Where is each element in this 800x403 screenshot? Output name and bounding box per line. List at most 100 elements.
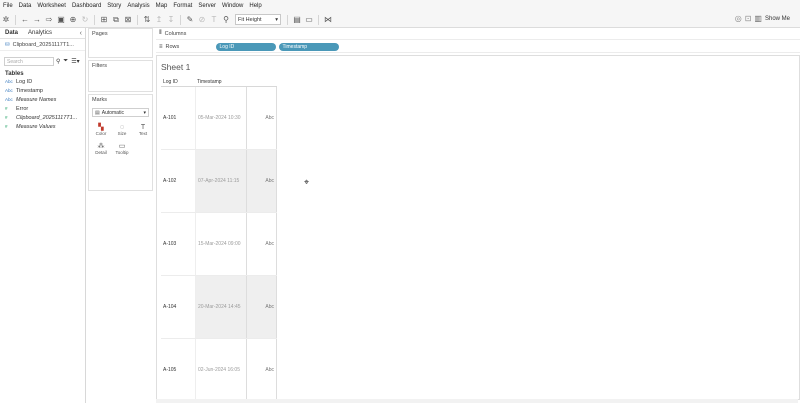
menu-item-story[interactable]: Story	[104, 3, 124, 9]
search-input[interactable]: Search	[4, 57, 54, 66]
menu-item-file[interactable]: File	[0, 3, 16, 9]
menu-item-map[interactable]: Map	[153, 3, 171, 9]
sort-ascending-icon[interactable]: ↥	[154, 15, 164, 25]
new-datasource-icon[interactable]: ⊕	[68, 15, 78, 25]
tab-analytics[interactable]: Analytics	[23, 30, 57, 36]
mark-type-dropdown[interactable]: ▤ Automatic ▾	[92, 108, 149, 117]
cell-value[interactable]: Abc	[246, 150, 277, 212]
menu-item-dashboard[interactable]: Dashboard	[69, 3, 104, 9]
field-label: Measure Names	[16, 96, 57, 103]
cell-log-id[interactable]: A-101	[161, 115, 195, 121]
color-button-label: Color	[95, 131, 107, 136]
color-icon: ▚	[98, 124, 104, 131]
show-me-button[interactable]: ◎ ⊡ ▥ Show Me	[735, 14, 790, 23]
cell-log-id[interactable]: A-103	[161, 241, 195, 247]
size-button[interactable]: ◌ Size	[113, 122, 131, 138]
clear-sheet-icon[interactable]: ⊠	[123, 15, 133, 25]
field-item[interactable]: Abc Timestamp	[0, 86, 85, 95]
cell-value[interactable]: Abc	[246, 213, 277, 275]
menu-item-worksheet[interactable]: Worksheet	[34, 3, 69, 9]
table-row[interactable]: A-104 20-Mar-2024 14:45 Abc	[161, 276, 277, 339]
pin-icon[interactable]: ⚲	[221, 15, 231, 25]
filter-icon[interactable]: ⏷	[63, 58, 68, 65]
collapse-icon[interactable]: ‹	[80, 30, 85, 37]
menu-item-analysis[interactable]: Analysis	[124, 3, 152, 9]
undo-icon[interactable]: ←	[20, 15, 30, 25]
header-log-id[interactable]: Log ID	[161, 79, 195, 85]
swap-icon[interactable]: ⇅	[142, 15, 152, 25]
cell-value[interactable]: Abc	[246, 87, 277, 149]
table-row[interactable]: A-103 15-Mar-2024 09:00 Abc	[161, 213, 277, 276]
cell-value[interactable]: Abc	[246, 276, 277, 338]
sort-descending-icon[interactable]: ↧	[166, 15, 176, 25]
cell-log-id[interactable]: A-104	[161, 304, 195, 310]
rows-pill-timestamp[interactable]: Timestamp	[278, 42, 339, 51]
highlight-icon[interactable]: ✎	[185, 15, 195, 25]
data-pane-tabs: Data Analytics ‹	[0, 28, 85, 39]
show-cards-icon[interactable]: ▤	[292, 15, 302, 25]
field-item[interactable]: # Clipboard_20251117T1...	[0, 113, 85, 122]
field-item[interactable]: # Error	[0, 104, 85, 113]
rows-pill-log-id[interactable]: Log ID	[215, 42, 276, 51]
pages-card-title: Pages	[92, 31, 108, 37]
fit-dropdown[interactable]: Fit Height ▾	[235, 14, 281, 25]
columns-shelf[interactable]: ⦀ Columns	[156, 28, 800, 40]
cell-value[interactable]: Abc	[246, 339, 277, 401]
group-icon[interactable]: ⊘	[197, 15, 207, 25]
duplicate-sheet-icon[interactable]: ⧉	[111, 15, 121, 25]
worksheet-view[interactable]: Sheet 1 Log ID Timestamp A-101 05-Mar-202…	[156, 55, 800, 402]
cell-log-id[interactable]: A-102	[161, 178, 195, 184]
tableau-logo-icon[interactable]: ✲	[1, 15, 11, 25]
detail-button[interactable]: ⁂ Detail	[92, 141, 110, 157]
table-row[interactable]: A-105 02-Jun-2024 16:05 Abc	[161, 339, 277, 402]
search-placeholder: Search	[7, 58, 23, 65]
cell-timestamp[interactable]: 15-Mar-2024 09:00	[195, 213, 246, 275]
comment-icon[interactable]: ◎	[735, 14, 742, 23]
refresh-icon[interactable]: ↻	[80, 15, 90, 25]
cell-timestamp[interactable]: 02-Jun-2024 16:05	[195, 339, 246, 401]
rows-shelf[interactable]: ≡ Rows Log ID Timestamp	[156, 41, 800, 53]
tab-data[interactable]: Data	[0, 30, 23, 36]
text-button-label: Text	[138, 131, 148, 136]
field-item[interactable]: # Measure Values	[0, 122, 85, 131]
menu-item-server[interactable]: Server	[195, 3, 219, 9]
show-me-icon: ▥	[754, 14, 762, 23]
chevron-down-icon: ▾	[143, 109, 146, 116]
mark-type-label: Automatic	[101, 109, 124, 116]
menu-item-data[interactable]: Data	[16, 3, 35, 9]
save-icon[interactable]: ▣	[56, 15, 66, 25]
menu-item-help[interactable]: Help	[246, 3, 264, 9]
cell-timestamp[interactable]: 05-Mar-2024 10:30	[195, 87, 246, 149]
pages-card[interactable]: Pages	[88, 28, 153, 58]
presentation-icon[interactable]: ▭	[304, 15, 314, 25]
table-row[interactable]: A-101 05-Mar-2024 10:30 Abc	[161, 87, 277, 150]
view-options-icon[interactable]: ☰▾	[71, 58, 79, 65]
cell-log-id[interactable]: A-105	[161, 367, 195, 373]
crosstab-body: A-101 05-Mar-2024 10:30 Abc A-102 07-Apr-202…	[161, 87, 277, 402]
mark-buttons: ▚ Color ◌ Size T Text ⁂ Detail ▭ Tooltip	[89, 120, 152, 159]
labels-icon[interactable]: T	[209, 15, 219, 25]
field-item[interactable]: Abc Measure Names	[0, 95, 85, 104]
color-button[interactable]: ▚ Color	[92, 122, 110, 138]
toolbar-separator	[94, 14, 95, 25]
tooltip-button[interactable]: ▭ Tooltip	[113, 141, 131, 157]
data-source-icon[interactable]: ⇨	[44, 15, 54, 25]
field-list: Abc Log ID Abc Timestamp Abc Measure Names # Er…	[0, 77, 85, 131]
filters-card[interactable]: Filters	[88, 60, 153, 92]
cell-timestamp[interactable]: 07-Apr-2024 11:15	[195, 150, 246, 212]
menu-item-format[interactable]: Format	[170, 3, 195, 9]
horizontal-scrollbar[interactable]	[156, 399, 798, 403]
new-worksheet-icon[interactable]: ⊞	[99, 15, 109, 25]
search-icon[interactable]: ⚲	[56, 58, 60, 65]
share-icon[interactable]: ⋈	[323, 15, 333, 25]
menu-item-window[interactable]: Window	[219, 3, 246, 9]
header-timestamp[interactable]: Timestamp	[195, 79, 245, 85]
text-button[interactable]: T Text	[134, 122, 152, 138]
datasource-item[interactable]: ⛁ Clipboard_20251117T1...	[0, 39, 85, 51]
mouse-cursor-icon: ⌖	[304, 177, 310, 187]
cell-timestamp[interactable]: 20-Mar-2024 14:45	[195, 276, 246, 338]
field-item[interactable]: Abc Log ID	[0, 77, 85, 86]
redo-icon[interactable]: →	[32, 15, 42, 25]
table-row[interactable]: A-102 07-Apr-2024 11:15 Abc	[161, 150, 277, 213]
tooltip-icon[interactable]: ⊡	[745, 14, 752, 23]
